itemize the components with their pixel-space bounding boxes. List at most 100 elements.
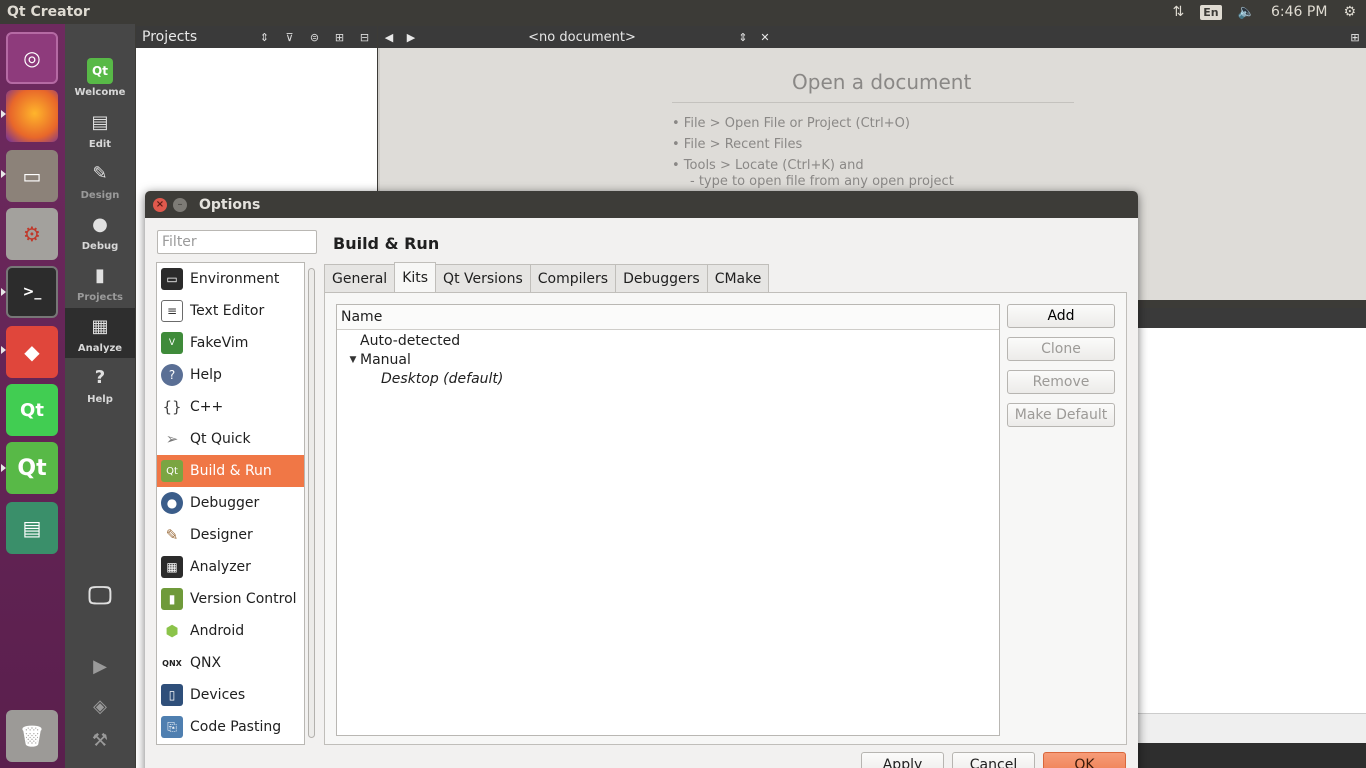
combo-arrows-icon[interactable]: ⇕ (252, 31, 277, 44)
add-button[interactable]: Add (1007, 304, 1115, 328)
category-list: ▭ Environment ≡ Text Editor V FakeVim ? Help… (156, 262, 305, 745)
category-label: Build & Run (190, 463, 272, 479)
scrollbar-thumb[interactable] (308, 268, 315, 738)
category-qt-quick[interactable]: ➢ Qt Quick (157, 423, 304, 455)
category-label: Help (190, 367, 222, 383)
kit-group-label: Auto-detected (360, 332, 461, 349)
minimize-icon[interactable]: – (173, 197, 187, 212)
hammer-icon: ⚒ (91, 730, 109, 751)
filter-input[interactable] (157, 230, 317, 254)
android-icon: ⬢ (161, 620, 183, 642)
designer-icon: ✎ (161, 524, 183, 546)
category-environment[interactable]: ▭ Environment (157, 263, 304, 295)
split-editor-icon[interactable]: ⊞ (1344, 31, 1366, 44)
apply-button[interactable]: Apply (861, 752, 944, 768)
category-devices[interactable]: ▯ Devices (157, 679, 304, 711)
qt-build-icon: Qt (161, 460, 183, 482)
mode-debug-label: Debug (81, 241, 119, 252)
category-designer[interactable]: ✎ Designer (157, 519, 304, 551)
category-fakevim[interactable]: V FakeVim (157, 327, 304, 359)
cancel-button[interactable]: Cancel (952, 752, 1035, 768)
category-debugger[interactable]: ● Debugger (157, 487, 304, 519)
category-version-control[interactable]: ▮ Version Control (157, 583, 304, 615)
combo-arrows-icon[interactable]: ⇕ (732, 31, 754, 44)
app-title: Qt Creator (7, 4, 90, 20)
launcher-firefox-icon[interactable] (6, 90, 58, 142)
launcher-qt-icon[interactable]: Qt (6, 384, 58, 436)
system-tray: ⇅ En 🔈 6:46 PM ⚙ (1172, 4, 1366, 20)
ok-button[interactable]: OK (1043, 752, 1126, 768)
mode-welcome-label: Welcome (74, 87, 126, 98)
launcher-qtcreator-icon[interactable]: Qt (6, 442, 58, 494)
network-icon[interactable]: ⇅ (1172, 4, 1184, 20)
category-cpp[interactable]: {} C++ (157, 391, 304, 423)
volume-icon[interactable]: 🔈 (1238, 4, 1255, 20)
tab-debuggers[interactable]: Debuggers (615, 264, 708, 292)
build-button[interactable]: ⚒ (65, 722, 135, 768)
category-android[interactable]: ⬢ Android (157, 615, 304, 647)
mode-help[interactable]: ? Help (65, 359, 135, 409)
launcher-files-icon[interactable]: ▭ (6, 150, 58, 202)
launcher-terminal-icon[interactable]: >_ (6, 266, 58, 318)
launcher-anydesk-icon[interactable]: ◆ (6, 326, 58, 378)
kit-group-auto-detected[interactable]: Auto-detected (337, 331, 999, 350)
back-arrow-icon[interactable]: ◀ (378, 31, 400, 44)
projects-selector[interactable]: Projects (142, 29, 252, 45)
tab-cmake[interactable]: CMake (706, 264, 770, 292)
kit-selector[interactable]: 🖵 (65, 576, 135, 626)
mode-design[interactable]: ✎ Design (65, 155, 135, 205)
clock[interactable]: 6:46 PM (1271, 4, 1327, 20)
hint-line: • File > Recent Files (672, 137, 803, 152)
kit-label: Desktop (default) (381, 370, 504, 387)
projects-icon: ▮ (95, 265, 105, 286)
tab-compilers[interactable]: Compilers (529, 264, 617, 292)
category-label: Android (190, 623, 245, 639)
text-editor-icon: ≡ (161, 300, 183, 322)
kits-tree[interactable]: Name Auto-detected ▼ Manual Desktop (defa… (336, 304, 1000, 736)
input-indicator[interactable]: En (1200, 4, 1222, 20)
mode-analyze[interactable]: ▦ Analyze (65, 308, 135, 358)
tab-qt-versions[interactable]: Qt Versions (435, 264, 531, 292)
mode-welcome[interactable]: Qt Welcome (65, 52, 135, 102)
split-icon[interactable]: ⊞ (327, 31, 352, 44)
category-code-pasting[interactable]: ⎘ Code Pasting (157, 711, 304, 743)
category-help[interactable]: ? Help (157, 359, 304, 391)
mode-debug[interactable]: ● Debug (65, 206, 135, 256)
mode-edit[interactable]: ▤ Edit (65, 104, 135, 154)
category-label: Designer (190, 527, 253, 543)
launcher-ubuntu-icon[interactable]: ◎ (6, 32, 58, 84)
tab-general[interactable]: General (324, 264, 396, 292)
help-icon: ? (94, 367, 106, 388)
remove-button[interactable]: Remove (1007, 370, 1115, 394)
expand-arrow-icon[interactable]: ▼ (346, 355, 360, 365)
link-icon[interactable]: ⊜ (302, 31, 327, 44)
forward-arrow-icon[interactable]: ▶ (400, 31, 422, 44)
close-document-icon[interactable]: ✕ (754, 31, 776, 44)
document-selector[interactable]: <no document> (432, 30, 732, 45)
filter-icon[interactable]: ⊽ (277, 31, 302, 44)
settings-gear-icon[interactable]: ⚙ (1343, 4, 1356, 20)
make-default-button[interactable]: Make Default (1007, 403, 1115, 427)
category-label: FakeVim (190, 335, 249, 351)
paper-plane-icon: ➢ (161, 428, 183, 450)
close-pane-icon[interactable]: ⊟ (352, 31, 377, 44)
category-text-editor[interactable]: ≡ Text Editor (157, 295, 304, 327)
mode-projects-label: Projects (76, 292, 123, 303)
category-label: QNX (190, 655, 222, 671)
category-build-run[interactable]: Qt Build & Run (157, 455, 304, 487)
tab-kits[interactable]: Kits (394, 262, 437, 292)
column-header-name[interactable]: Name (337, 305, 999, 330)
status-bar (1130, 743, 1366, 768)
category-qnx[interactable]: QNX QNX (157, 647, 304, 679)
category-analyzer[interactable]: ▦ Analyzer (157, 551, 304, 583)
launcher-settings-icon[interactable]: ⚙ (6, 208, 58, 260)
kit-group-manual[interactable]: ▼ Manual (337, 350, 999, 369)
launcher-serial-icon[interactable]: ▤ (6, 502, 58, 554)
mode-projects[interactable]: ▮ Projects (65, 257, 135, 307)
run-icon: ▶ (93, 656, 107, 677)
launcher-trash-icon[interactable]: 🗑 (6, 710, 58, 762)
kit-desktop-default[interactable]: Desktop (default) (337, 369, 999, 388)
clone-button[interactable]: Clone (1007, 337, 1115, 361)
category-scrollbar[interactable] (305, 262, 318, 745)
close-icon[interactable]: × (153, 197, 167, 212)
